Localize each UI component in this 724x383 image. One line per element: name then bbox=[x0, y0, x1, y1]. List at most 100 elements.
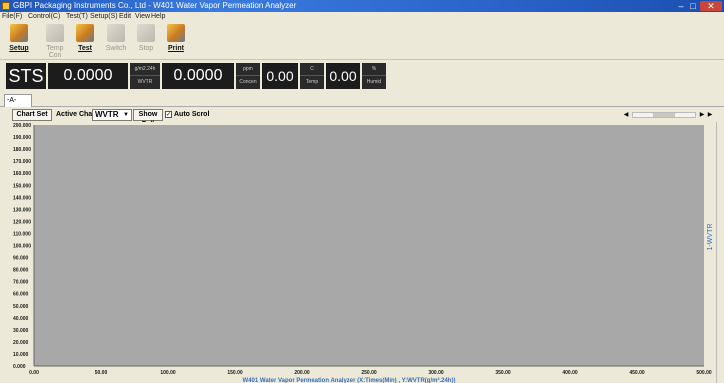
y-tick-label: 40.000 bbox=[13, 316, 29, 322]
y-tick-label: 90.000 bbox=[13, 256, 29, 262]
x-tick-label: 250.00 bbox=[361, 370, 377, 376]
test-button[interactable]: Test bbox=[70, 24, 100, 58]
y-tick-label: 30.000 bbox=[13, 328, 29, 334]
stop-icon bbox=[137, 24, 155, 42]
menu-control[interactable]: Control(C) bbox=[28, 12, 60, 22]
print-icon bbox=[167, 24, 185, 42]
y-tick-label: 150.000 bbox=[13, 183, 31, 189]
y-tick-label: 10.000 bbox=[13, 352, 29, 358]
y-tick-label: 20.000 bbox=[13, 340, 29, 346]
concen-unit: ppm Concen bbox=[236, 63, 260, 89]
x-tick-label: 300.00 bbox=[428, 370, 444, 376]
y-tick-label: 60.000 bbox=[13, 292, 29, 298]
wvtr-chart: 0.000 10.000 20.000 30.000 40.000 50.000 60.00… bbox=[13, 123, 714, 383]
temp-unit: C Temp bbox=[300, 63, 324, 89]
temp-unit-top: C bbox=[300, 63, 324, 76]
switch-label: Switch bbox=[105, 45, 127, 52]
y-tick-label: 200.000 bbox=[13, 123, 31, 129]
x-tick-label: 500.00 bbox=[696, 370, 712, 376]
y-tick-label: 50.000 bbox=[13, 304, 29, 310]
active-chart-select[interactable]: WVTR ▼ bbox=[92, 109, 132, 121]
setup-icon bbox=[10, 24, 28, 42]
scroll-right-icon[interactable]: ▶ bbox=[698, 111, 706, 119]
switch-icon bbox=[107, 24, 125, 42]
concen-unit-bottom: Concen bbox=[239, 79, 257, 85]
humid-value: 0.00 bbox=[326, 63, 360, 89]
app-icon bbox=[2, 2, 10, 10]
print-button[interactable]: Print bbox=[161, 24, 191, 58]
scroll-track[interactable] bbox=[632, 112, 696, 118]
temp-con-label: Temp Con bbox=[46, 45, 64, 59]
setup-button[interactable]: Setup bbox=[4, 24, 34, 58]
temp-value: 0.00 bbox=[262, 63, 298, 89]
menu-help[interactable]: Help bbox=[151, 12, 165, 22]
chart-controls: Chart Set Active Chart WVTR ▼ Show Full … bbox=[0, 108, 724, 128]
x-tick-label: 150.00 bbox=[227, 370, 243, 376]
humid-unit-bottom: Humid bbox=[366, 79, 382, 85]
x-tick-label: 100.00 bbox=[160, 370, 176, 376]
show-full-button[interactable]: Show Full bbox=[133, 109, 163, 128]
minimize-icon[interactable]: – bbox=[676, 1, 686, 11]
menu-file[interactable]: File(F) bbox=[2, 12, 22, 22]
x-tick-label: 400.00 bbox=[562, 370, 578, 376]
y-tick-label: 100.000 bbox=[13, 244, 31, 250]
y-tick-label: 190.000 bbox=[13, 135, 31, 141]
y-tick-label: 80.000 bbox=[13, 268, 29, 274]
y-tick-label: 130.000 bbox=[13, 207, 31, 213]
temp-unit-bottom: Temp bbox=[305, 79, 319, 85]
humid-unit-top: % bbox=[362, 63, 386, 76]
maximize-icon[interactable]: □ bbox=[688, 1, 698, 11]
test-icon bbox=[76, 24, 94, 42]
tab-a[interactable]: -A- bbox=[4, 94, 32, 107]
wvtr-unit: g/m2.24h WVTR bbox=[130, 63, 160, 89]
x-tick-label: 200.00 bbox=[294, 370, 310, 376]
temp-con-button[interactable]: Temp Con bbox=[40, 24, 70, 59]
menu-view[interactable]: View bbox=[135, 12, 150, 22]
x-axis-title: W401 Water Vapor Permeation Analyzer (X:… bbox=[243, 377, 456, 383]
concen-value: 0.0000 bbox=[162, 63, 234, 89]
temp-con-icon bbox=[46, 24, 64, 42]
test-label: Test bbox=[78, 45, 92, 52]
vertical-scrollbar[interactable] bbox=[716, 122, 724, 383]
x-tick-label: 0.00 bbox=[29, 370, 39, 376]
title-bar: GBPI Packaging Instruments Co., Ltd - W4… bbox=[0, 0, 724, 12]
stop-label: Stop bbox=[138, 45, 154, 52]
concen-unit-top: ppm bbox=[236, 63, 260, 76]
y-tick-label: 70.000 bbox=[13, 280, 29, 286]
series-label: 1-WVTR bbox=[707, 224, 714, 251]
auto-scroll-checkbox[interactable]: ✓ bbox=[165, 111, 172, 118]
y-tick-label: 170.000 bbox=[13, 159, 31, 165]
plot-background bbox=[34, 125, 704, 366]
wvtr-value: 0.0000 bbox=[48, 63, 128, 89]
scroll-left-icon[interactable]: ◀ bbox=[622, 111, 630, 119]
horizontal-scrollbar[interactable]: ◀ ▶ ▶ bbox=[622, 111, 714, 119]
stop-button[interactable]: Stop bbox=[131, 24, 161, 58]
chart-area: 0.000 10.000 20.000 30.000 40.000 50.000 60.00… bbox=[0, 122, 724, 383]
scroll-end-icon[interactable]: ▶ bbox=[706, 111, 714, 119]
menu-bar: File(F) Control(C) Test(T) Setup(S) Edit… bbox=[0, 12, 724, 22]
wvtr-unit-top: g/m2.24h bbox=[130, 63, 160, 76]
x-tick-label: 450.00 bbox=[629, 370, 645, 376]
print-label: Print bbox=[168, 45, 184, 52]
switch-button[interactable]: Switch bbox=[101, 24, 131, 58]
scroll-thumb[interactable] bbox=[653, 113, 675, 117]
menu-test[interactable]: Test(T) bbox=[66, 12, 88, 22]
x-tick-label: 350.00 bbox=[495, 370, 511, 376]
y-tick-label: 0.000 bbox=[13, 364, 26, 370]
menu-setup[interactable]: Setup(S) bbox=[90, 12, 118, 22]
menu-edit[interactable]: Edit bbox=[119, 12, 131, 22]
y-tick-label: 140.000 bbox=[13, 195, 31, 201]
toolbar: Setup Temp Con Test Switch Stop Print bbox=[0, 22, 724, 60]
y-tick-label: 110.000 bbox=[13, 231, 31, 237]
chart-set-button[interactable]: Chart Set bbox=[12, 109, 52, 121]
status-readout: STS bbox=[6, 63, 46, 89]
tab-strip: -A- bbox=[0, 92, 724, 107]
auto-scroll-label: Auto Scrol bbox=[174, 111, 210, 118]
y-tick-label: 180.000 bbox=[13, 147, 31, 153]
y-tick-label: 160.000 bbox=[13, 171, 31, 177]
readout-panel: STS 0.0000 g/m2.24h WVTR 0.0000 ppm Conc… bbox=[0, 61, 724, 91]
active-chart-value: WVTR bbox=[95, 110, 119, 119]
close-icon[interactable]: ✕ bbox=[700, 1, 722, 11]
y-tick-label: 120.000 bbox=[13, 219, 31, 225]
x-tick-label: 50.00 bbox=[95, 370, 108, 376]
